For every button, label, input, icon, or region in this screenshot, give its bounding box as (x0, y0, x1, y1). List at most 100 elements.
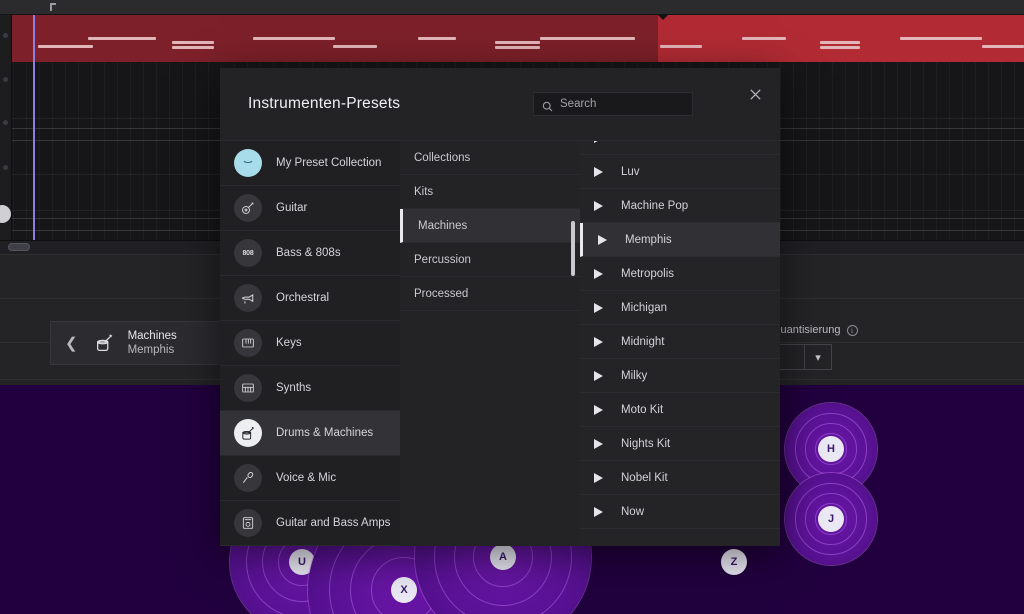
play-icon[interactable] (594, 370, 603, 381)
preset-row-nobel-kit[interactable]: Nobel Kit (580, 461, 780, 495)
chevron-down-icon[interactable]: ▾ (805, 345, 831, 369)
midi-note[interactable] (88, 37, 156, 40)
midi-note[interactable] (333, 45, 377, 48)
pad-letter-badge[interactable]: A (490, 544, 516, 570)
midi-note[interactable] (418, 37, 456, 40)
midi-note[interactable] (982, 45, 1024, 48)
drum-machine-icon (94, 332, 116, 354)
subcategory-list[interactable]: Collections Kits Machines Percussion Process… (400, 141, 580, 546)
midi-note[interactable] (38, 45, 93, 48)
808-icon: 808 (234, 239, 262, 267)
play-icon[interactable] (594, 438, 603, 449)
subcategory-row-processed[interactable]: Processed (400, 277, 580, 311)
midi-note[interactable] (172, 46, 214, 49)
quantization-select[interactable]: ▾ (772, 344, 832, 370)
dialog-body: My Preset Collection Guitar 808 Bass & 808s… (220, 140, 780, 546)
clip-boundary-marker (658, 15, 668, 20)
category-row-bass-808s[interactable]: 808 Bass & 808s (220, 231, 400, 276)
category-row-synths[interactable]: Synths (220, 366, 400, 411)
synth-icon (234, 374, 262, 402)
category-row-keys[interactable]: Keys (220, 321, 400, 366)
play-icon[interactable] (594, 166, 603, 177)
preset-label: Nobel Kit (621, 471, 668, 484)
play-icon[interactable] (594, 302, 603, 313)
pad-letter-badge[interactable]: J (818, 506, 844, 532)
category-row-drums-machines[interactable]: Drums & Machines (220, 411, 400, 456)
subcategory-row-kits[interactable]: Kits (400, 175, 580, 209)
midi-note[interactable] (820, 46, 860, 49)
orchestral-icon (234, 284, 262, 312)
preset-row-michigan[interactable]: Michigan (580, 291, 780, 325)
preset-row-now[interactable]: Now (580, 495, 780, 529)
category-label: Keys (276, 337, 302, 349)
midi-note[interactable] (495, 46, 540, 49)
close-icon[interactable] (744, 83, 766, 105)
subcategory-label: Percussion (414, 253, 471, 266)
preset-row-memphis[interactable]: Memphis (580, 223, 780, 257)
preset-label: Lucid 2 (621, 141, 658, 144)
midi-note[interactable] (900, 37, 982, 40)
horizontal-scrollbar-thumb[interactable] (8, 243, 30, 251)
play-icon[interactable] (594, 404, 603, 415)
preset-label: Michigan (621, 301, 668, 314)
midi-note[interactable] (820, 41, 860, 44)
chevron-left-icon[interactable]: ❮ (61, 336, 82, 351)
pad-letter-badge[interactable]: H (818, 436, 844, 462)
play-icon[interactable] (594, 336, 603, 347)
pad-letter-badge[interactable]: Z (721, 549, 747, 575)
subcategory-scrollbar-thumb[interactable] (571, 221, 575, 276)
preset-row-moto-kit[interactable]: Moto Kit (580, 393, 780, 427)
search-input[interactable] (560, 98, 684, 110)
instrument-presets-dialog: Instrumenten-Presets My Preset Collectio… (220, 68, 780, 546)
playhead[interactable] (33, 15, 35, 240)
preset-label: Moto Kit (621, 403, 664, 416)
gutter-dot (3, 33, 8, 38)
play-icon[interactable] (594, 268, 603, 279)
category-label: Drums & Machines (276, 427, 374, 439)
category-row-orchestral[interactable]: Orchestral (220, 276, 400, 321)
category-row-voice-mic[interactable]: Voice & Mic (220, 456, 400, 501)
play-icon[interactable] (594, 506, 603, 517)
microphone-icon (234, 464, 262, 492)
quantization-label-row: Quantisierung i (772, 324, 858, 336)
midi-note[interactable] (660, 45, 702, 48)
preset-list[interactable]: Lucid 2 Luv Machine Pop Memphis Metropolis Mi… (580, 141, 780, 546)
search-box[interactable] (533, 92, 693, 116)
play-icon[interactable] (594, 141, 603, 143)
play-icon[interactable] (598, 234, 607, 245)
pad-letter-badge[interactable]: X (391, 577, 417, 603)
category-label: Synths (276, 382, 312, 394)
timeline-ruler[interactable] (0, 0, 1024, 15)
subcategory-label: Machines (418, 219, 468, 232)
preset-row-metropolis[interactable]: Metropolis (580, 257, 780, 291)
preset-row-milky[interactable]: Milky (580, 359, 780, 393)
preset-row-machine-pop[interactable]: Machine Pop (580, 189, 780, 223)
loop-marker-icon[interactable] (49, 2, 59, 12)
category-row-guitar[interactable]: Guitar (220, 186, 400, 231)
clip-lane[interactable] (0, 15, 1024, 62)
midi-note[interactable] (253, 37, 335, 40)
midi-note[interactable] (540, 37, 635, 40)
category-label: Guitar (276, 202, 308, 214)
preset-row-luv[interactable]: Luv (580, 155, 780, 189)
subcategory-label: Kits (414, 185, 434, 198)
midi-note[interactable] (495, 41, 540, 44)
category-row-my-preset-collection[interactable]: My Preset Collection (220, 141, 400, 186)
category-list[interactable]: My Preset Collection Guitar 808 Bass & 808s… (220, 141, 400, 546)
category-label: My Preset Collection (276, 157, 382, 169)
amp-icon (234, 509, 262, 537)
play-icon[interactable] (594, 472, 603, 483)
midi-note[interactable] (742, 37, 786, 40)
category-row-guitar-and-bass-amps[interactable]: Guitar and Bass Amps (220, 501, 400, 546)
dialog-title: Instrumenten-Presets (248, 95, 401, 112)
preset-row-nights-kit[interactable]: Nights Kit (580, 427, 780, 461)
midi-note[interactable] (172, 41, 214, 44)
subcategory-row-machines[interactable]: Machines (400, 209, 580, 243)
preset-row-midnight[interactable]: Midnight (580, 325, 780, 359)
preset-row-lucid-2[interactable]: Lucid 2 (580, 141, 780, 155)
subcategory-row-collections[interactable]: Collections (400, 141, 580, 175)
subcategory-row-percussion[interactable]: Percussion (400, 243, 580, 277)
quantization-label: Quantisierung (772, 324, 841, 336)
play-icon[interactable] (594, 200, 603, 211)
info-icon[interactable]: i (846, 324, 858, 336)
